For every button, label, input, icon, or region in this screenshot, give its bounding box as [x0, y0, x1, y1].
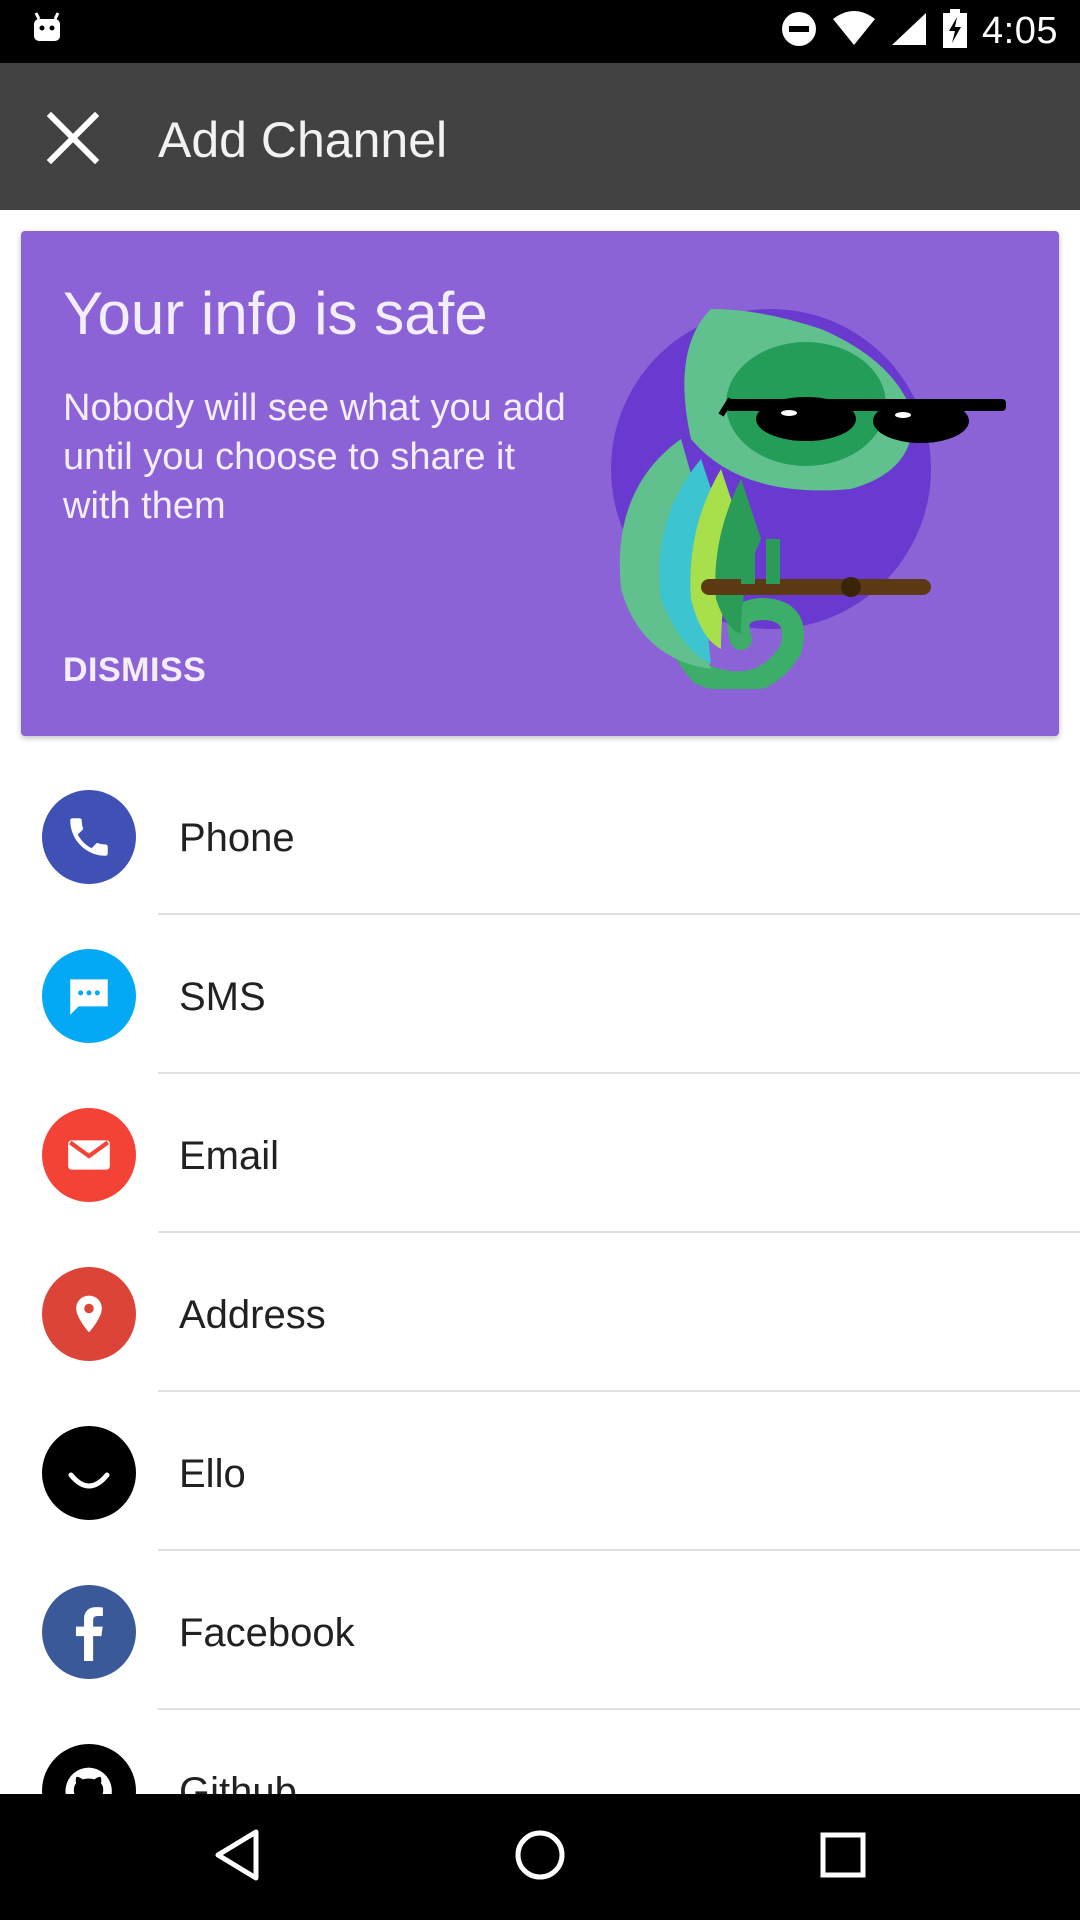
divider: [158, 1549, 1080, 1551]
ello-icon: [42, 1426, 136, 1520]
back-button[interactable]: [204, 1824, 270, 1890]
close-icon: [46, 111, 100, 169]
do-not-disturb-icon: [780, 10, 818, 53]
channel-row-email[interactable]: Email: [0, 1088, 1080, 1247]
divider: [158, 913, 1080, 915]
location-pin-icon: [42, 1267, 136, 1361]
navigation-bar: [0, 1794, 1080, 1920]
info-card: Your info is safe Nobody will see what y…: [21, 231, 1059, 736]
channel-label: SMS: [179, 975, 266, 1019]
phone-icon: [42, 790, 136, 884]
facebook-icon: [42, 1585, 136, 1679]
chameleon-illustration: [591, 289, 1021, 694]
channel-label: Address: [179, 1293, 326, 1337]
page-title: Add Channel: [158, 112, 448, 168]
android-icon: [30, 10, 64, 44]
home-icon: [513, 1828, 567, 1887]
divider: [158, 1231, 1080, 1233]
card-title: Your info is safe: [63, 280, 488, 347]
channel-label: Ello: [179, 1452, 246, 1496]
channel-label: Facebook: [179, 1611, 355, 1655]
channel-row-ello[interactable]: Ello: [0, 1406, 1080, 1565]
channel-row-facebook[interactable]: Facebook: [0, 1565, 1080, 1724]
channel-label: Email: [179, 1134, 280, 1178]
channel-row-sms[interactable]: SMS: [0, 929, 1080, 1088]
close-button[interactable]: [40, 107, 106, 173]
battery-charging-icon: [942, 9, 968, 54]
cell-signal-icon: [890, 11, 928, 52]
channel-row-phone[interactable]: Phone: [0, 770, 1080, 929]
back-icon: [212, 1828, 262, 1887]
dismiss-button[interactable]: DISMISS: [63, 651, 206, 690]
divider: [158, 1708, 1080, 1710]
status-bar: 4:05: [0, 0, 1080, 63]
wifi-icon: [832, 11, 876, 52]
channel-label: Phone: [179, 816, 295, 860]
status-time: 4:05: [982, 10, 1058, 52]
app-bar: Add Channel: [0, 63, 1080, 210]
channel-row-address[interactable]: Address: [0, 1247, 1080, 1406]
email-icon: [42, 1108, 136, 1202]
home-button[interactable]: [507, 1824, 573, 1890]
recents-icon: [818, 1830, 868, 1885]
sms-icon: [42, 949, 136, 1043]
recents-button[interactable]: [810, 1824, 876, 1890]
channel-list: Phone SMS Email Address Ello Facebook Gi…: [0, 770, 1080, 1883]
card-body: Nobody will see what you add until you c…: [63, 387, 566, 527]
divider: [158, 1072, 1080, 1074]
divider: [158, 1390, 1080, 1392]
